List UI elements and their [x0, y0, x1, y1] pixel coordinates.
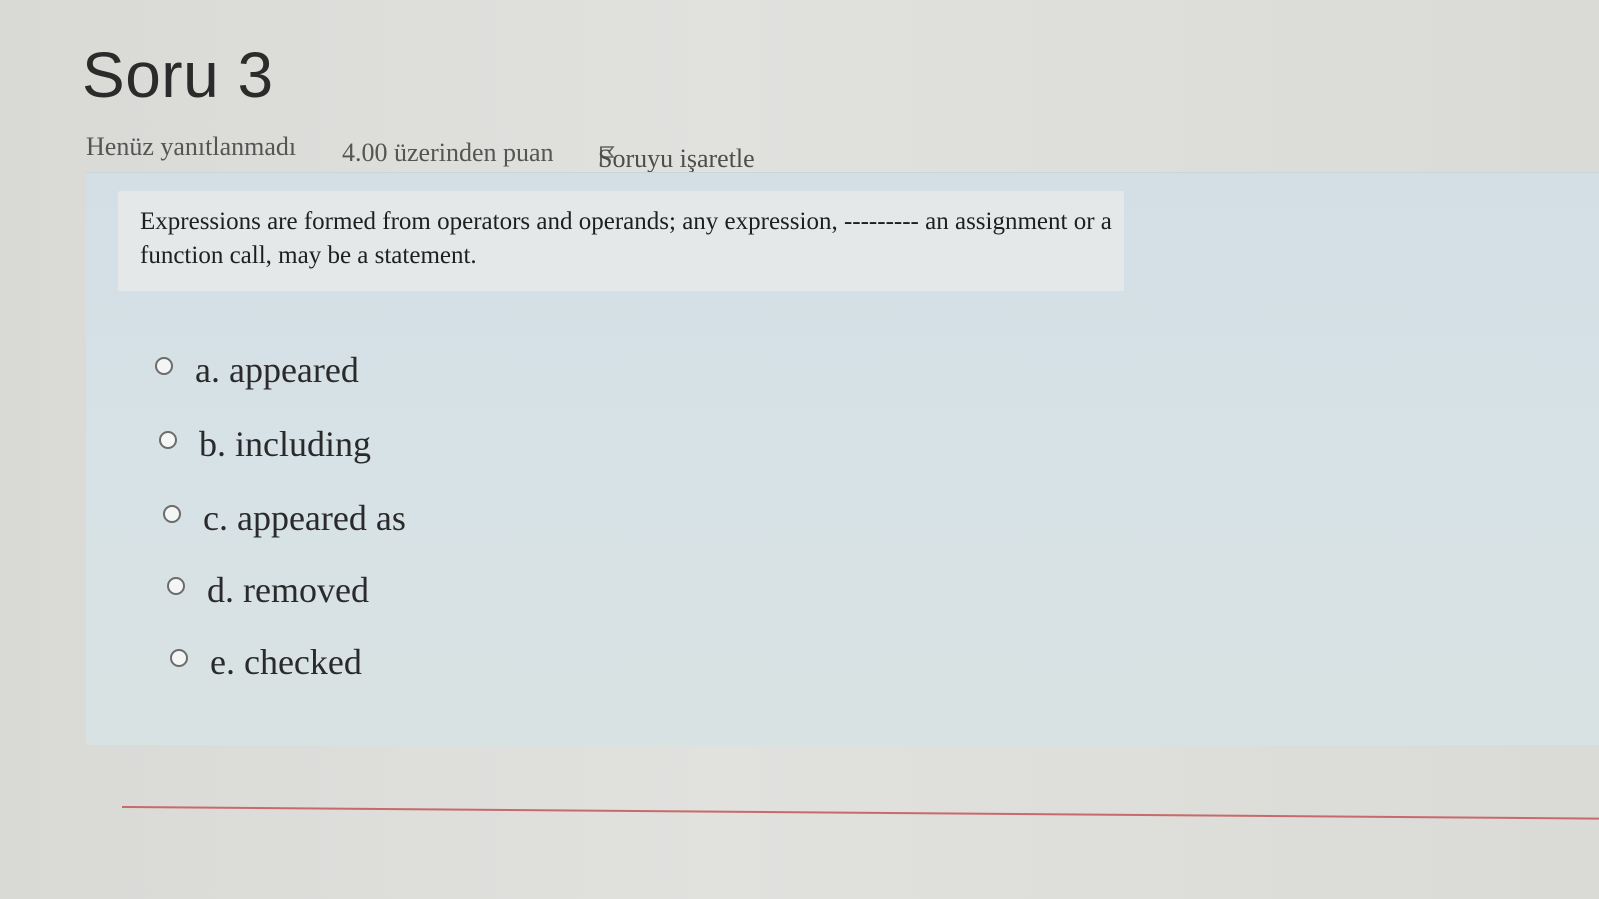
question-text: Expressions are formed from operators an… — [140, 208, 1112, 269]
quiz-page: Soru 3 Henüz yanıtlanmadı 4.00 üzerinden… — [0, 0, 1599, 899]
flag-question-label: Soruyu işaretle — [598, 144, 755, 173]
answer-label-e: e. checked — [210, 642, 362, 682]
radio-button-a[interactable] — [155, 357, 173, 375]
question-title: Soru 3 — [82, 39, 274, 111]
section-divider — [121, 806, 1599, 820]
answer-label-a: a. appeared — [195, 350, 359, 390]
answer-label-c: c. appeared as — [203, 498, 406, 538]
radio-button-c[interactable] — [163, 505, 181, 523]
question-content: Expressions are formed from operators an… — [86, 172, 1599, 745]
answer-label-d: d. removed — [207, 570, 369, 610]
question-points: 4.00 üzerinden puan — [342, 138, 554, 167]
radio-button-b[interactable] — [159, 431, 177, 449]
question-status: Henüz yanıtlanmadı — [86, 132, 297, 161]
radio-button-e[interactable] — [170, 649, 188, 667]
radio-button-d[interactable] — [167, 577, 185, 595]
question-text-container: Expressions are formed from operators an… — [118, 191, 1124, 291]
answer-label-b: b. including — [199, 424, 371, 464]
